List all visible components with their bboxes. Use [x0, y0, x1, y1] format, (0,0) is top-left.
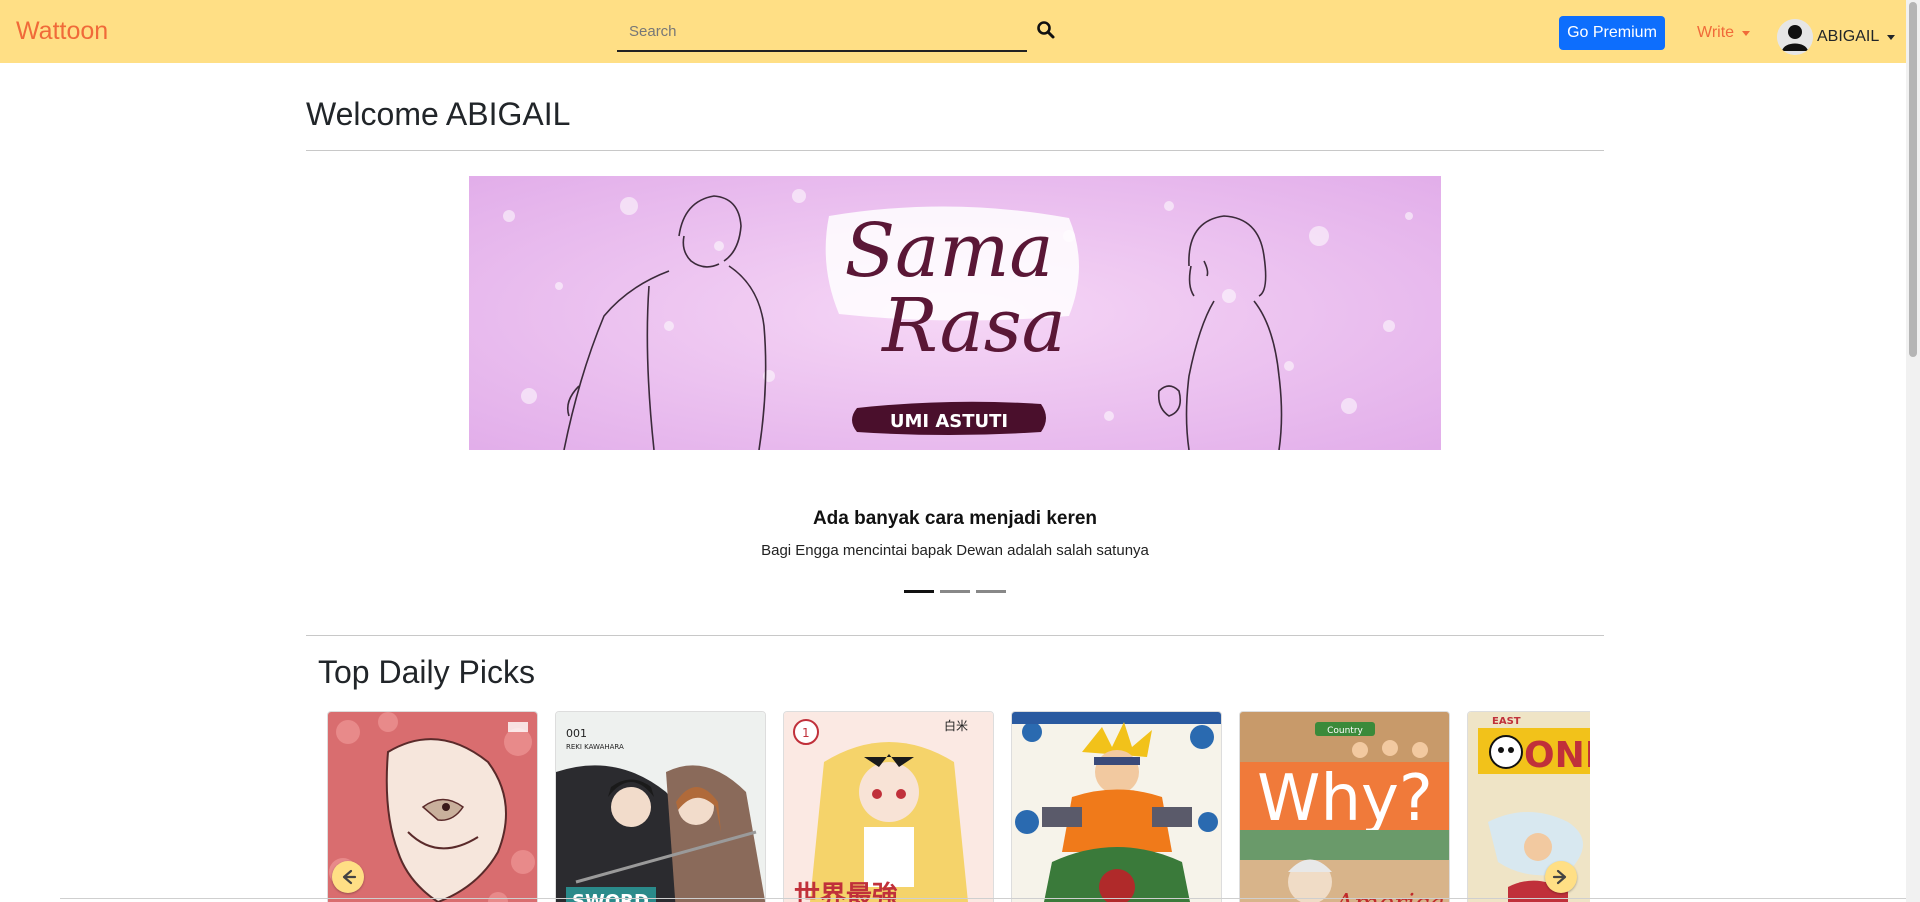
- divider: [306, 635, 1604, 636]
- section-title: Top Daily Picks: [318, 654, 535, 690]
- banner-title-line1: Sama: [844, 208, 1053, 294]
- carousel-banner-image[interactable]: Sama Rasa UMI ASTUTI: [469, 176, 1441, 450]
- carousel-indicator-3[interactable]: [976, 590, 1006, 593]
- scrollbar-thumb[interactable]: [1909, 2, 1917, 357]
- comic-card-naruto[interactable]: [1011, 711, 1222, 902]
- svg-text:EAST: EAST: [1492, 716, 1521, 727]
- svg-text:1: 1: [802, 726, 810, 740]
- comic-card-sword[interactable]: 001 REKI KAWAHARA SWORD: [555, 711, 766, 902]
- comic-card-why-america[interactable]: Country Why? America: [1239, 711, 1450, 902]
- carousel-indicator-2[interactable]: [940, 590, 970, 593]
- banner-author: UMI ASTUTI: [890, 411, 1008, 432]
- write-dropdown[interactable]: Write: [1697, 24, 1751, 42]
- arrow-left-icon[interactable]: [332, 861, 364, 893]
- user-avatar-icon: [1777, 19, 1813, 55]
- divider: [60, 898, 1906, 899]
- svg-text:SWORD: SWORD: [572, 891, 649, 902]
- search-icon[interactable]: [1036, 20, 1058, 42]
- carousel-caption-text: Bagi Engga mencintai bapak Dewan adalah …: [761, 542, 1149, 559]
- comic-card-arifureta[interactable]: 1 白米 世界最強: [783, 711, 994, 902]
- page-scrollbar[interactable]: [1906, 0, 1920, 902]
- user-name: ABIGAIL: [1817, 28, 1880, 45]
- go-premium-button[interactable]: Go Premium: [1559, 16, 1665, 50]
- carousel-caption-title: Ada banyak cara menjadi keren: [812, 508, 1098, 529]
- arrow-right-icon[interactable]: [1545, 861, 1577, 893]
- svg-text:001: 001: [566, 727, 587, 740]
- divider: [306, 150, 1604, 151]
- search-input[interactable]: [617, 14, 1027, 48]
- top-navbar: Wattoon Go Premium Write ABIGAIL: [0, 0, 1906, 63]
- chevron-down-icon: [1742, 30, 1751, 36]
- svg-text:REKI KAWAHARA: REKI KAWAHARA: [566, 743, 624, 751]
- chevron-down-icon: [1887, 34, 1896, 40]
- user-dropdown[interactable]: ABIGAIL: [1777, 19, 1896, 55]
- top-picks-carousel: 001 REKI KAWAHARA SWORD 1 白米 世界最強 Countr…: [327, 711, 1590, 902]
- search-box: [617, 14, 1027, 52]
- svg-text:Country: Country: [1327, 726, 1363, 736]
- page-title: Welcome ABIGAIL: [306, 96, 571, 132]
- svg-text:ONE P: ONE P: [1524, 735, 1590, 776]
- carousel-indicators: [904, 590, 1006, 593]
- svg-text:白米: 白米: [944, 718, 968, 733]
- banner-title-line2: Rasa: [880, 283, 1066, 369]
- brand-logo[interactable]: Wattoon: [16, 17, 108, 46]
- write-label: Write: [1697, 24, 1735, 41]
- svg-text:America: America: [1333, 889, 1445, 902]
- carousel-indicator-1[interactable]: [904, 590, 934, 593]
- svg-text:Why?: Why?: [1257, 762, 1433, 836]
